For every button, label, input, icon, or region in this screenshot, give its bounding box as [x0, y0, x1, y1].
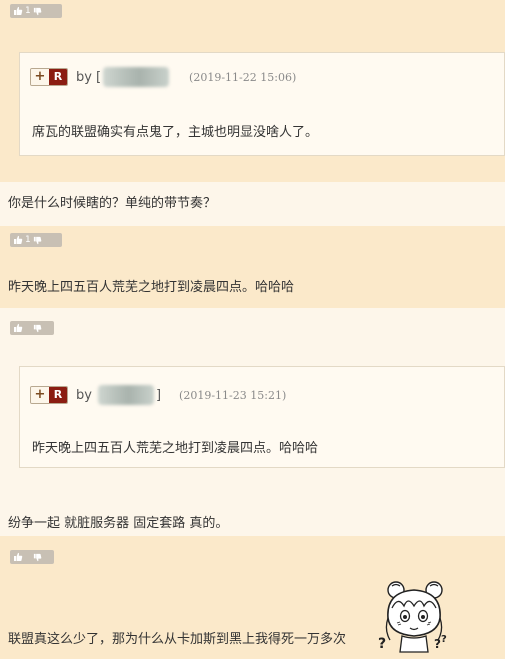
svg-text:?: ? — [434, 637, 441, 651]
quote-date: (2019-11-22 15:06) — [189, 70, 297, 84]
quote-text: 昨天晚上四五百人荒芜之地打到凌晨四点。哈哈哈 — [32, 441, 319, 456]
by-label: by — [76, 69, 92, 85]
reply-badge[interactable]: + R — [30, 386, 68, 404]
quote-date: (2019-11-23 15:21) — [179, 388, 287, 402]
post-text: 纷争一起 就脏服务器 固定套路 真的。 — [8, 516, 229, 531]
reply-r-label: R — [49, 387, 67, 403]
vote-button[interactable] — [10, 550, 54, 564]
svg-text:?: ? — [378, 636, 386, 652]
thumb-up-icon — [14, 235, 23, 244]
thumb-up-icon — [14, 6, 23, 15]
bracket-left: [ — [95, 69, 102, 85]
vote-button[interactable]: 1 — [10, 233, 62, 247]
reply-badge[interactable]: + R — [30, 68, 68, 86]
blurred-username — [97, 385, 154, 405]
vote-button[interactable]: 1 — [10, 4, 62, 18]
post-block-3 — [0, 226, 505, 308]
quote-box: + R by [ (2019-11-22 15:06) 席瓦的联盟确实有点鬼了，… — [19, 52, 505, 156]
by-label: by — [76, 387, 92, 403]
bracket-right: ] — [155, 387, 162, 403]
vote-count: 1 — [25, 235, 31, 245]
post-text: 昨天晚上四五百人荒芜之地打到凌晨四点。哈哈哈 — [8, 280, 295, 295]
quote-header: + R by [ (2019-11-22 15:06) — [30, 67, 296, 87]
thumb-down-icon[interactable] — [33, 236, 42, 245]
thumb-down-icon[interactable] — [33, 553, 42, 562]
thumb-down-icon[interactable] — [33, 7, 42, 16]
quote-box: + R by ] (2019-11-23 15:21) 昨天晚上四五百人荒芜之地… — [19, 366, 505, 468]
plus-label: + — [31, 69, 49, 85]
plus-label: + — [31, 387, 49, 403]
vote-count: 1 — [25, 6, 31, 16]
blurred-username — [103, 67, 170, 87]
quote-text: 席瓦的联盟确实有点鬼了，主城也明显没啥人了。 — [32, 125, 319, 140]
thumb-down-icon[interactable] — [33, 324, 42, 333]
reply-r-label: R — [49, 69, 67, 85]
thumb-up-icon — [14, 552, 23, 561]
thumb-up-icon — [14, 323, 23, 332]
post-text: 联盟真这么少了，那为什么从卡加斯到黑上我得死一万多次 — [8, 632, 347, 647]
vote-button[interactable] — [10, 321, 54, 335]
quote-header: + R by ] (2019-11-23 15:21) — [30, 385, 286, 405]
post-text: 你是什么时候瞎的？单纯的带节奏？ — [8, 196, 217, 211]
svg-text:?: ? — [441, 634, 447, 645]
anime-girl-sticker: ? ? ? — [378, 581, 447, 653]
